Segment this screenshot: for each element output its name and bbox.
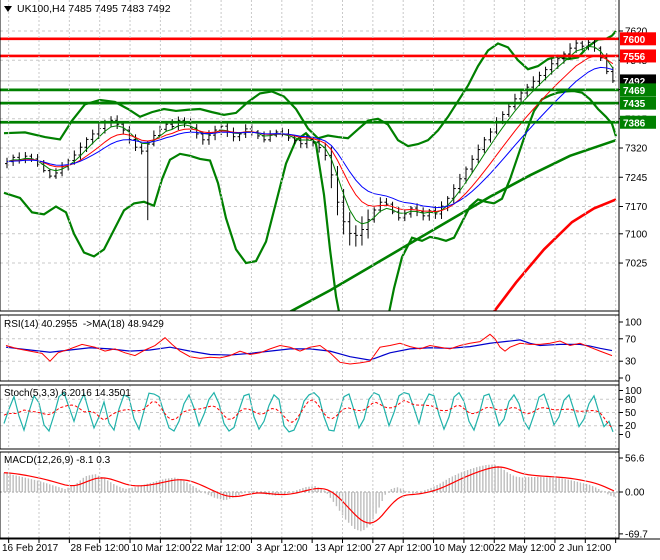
chart-canvas: 7620754574707395732072457170710070251007… — [0, 0, 660, 543]
time-axis-label: 28 Feb 12:00 — [70, 543, 130, 554]
axis-tick-label: 50 — [625, 408, 637, 419]
axis-tick-label: 0 — [625, 374, 631, 385]
price-panel — [0, 30, 619, 311]
price-badge-label: 7600 — [623, 35, 646, 46]
time-axis-label: 22 May 12:00 — [494, 543, 556, 554]
axis-tick-label: 7245 — [625, 173, 648, 184]
chart-title: UK100,H4 7485 7495 7483 7492 — [17, 3, 171, 15]
axis-tick-label: 56.6 — [625, 454, 645, 465]
stoch-indicator-label: Stoch(5,3,3) 6.2016 14.3501 — [4, 388, 131, 399]
time-axis-label: 27 Apr 12:00 — [374, 543, 432, 554]
time-axis-label: 3 Apr 12:00 — [256, 543, 308, 554]
axis-tick-label: 7100 — [625, 229, 648, 240]
rsi-indicator-label: RSI(14) 40.2955 ->MA(18) 48.9429 — [4, 319, 164, 330]
axis-tick-label: 0 — [625, 430, 631, 441]
price-badge-label: 7469 — [623, 86, 646, 97]
chart-title-bar: UK100,H4 7485 7495 7483 7492 — [4, 3, 171, 15]
axis-tick-label: 70 — [625, 334, 637, 345]
time-axis-label: 10 May 12:00 — [433, 543, 495, 554]
rsi-panel — [0, 333, 619, 365]
time-axis-label: 13 Apr 12:00 — [314, 543, 372, 554]
price-badge-label: 7556 — [623, 52, 646, 63]
time-axis: 16 Feb 2017 28 Feb 12:00 10 Mar 12:00 22 Ma… — [0, 539, 660, 560]
axis-tick-label: 7320 — [625, 144, 648, 155]
stoch-d-line — [3, 399, 613, 428]
axis-tick-label: 80 — [625, 395, 637, 406]
axis-tick-label: 7025 — [625, 259, 648, 270]
price-badge-label: 7386 — [623, 118, 646, 129]
axis-tick-label: 0.00 — [625, 488, 645, 499]
macd-indicator-label: MACD(12,26,9) -8.1 0.3 — [4, 455, 111, 466]
price-badge-label: 7435 — [623, 99, 646, 110]
macd-panel — [0, 464, 619, 532]
axis-tick-label: 7170 — [625, 202, 648, 213]
time-axis-label: 16 Feb 2017 — [2, 543, 59, 554]
time-axis-label: 2 Jun 12:00 — [558, 543, 612, 554]
time-axis-label: 22 Mar 12:00 — [191, 543, 251, 554]
symbol-dropdown-icon[interactable] — [4, 6, 12, 12]
trend-ma-red — [492, 198, 617, 311]
axis-tick-label: 100 — [625, 318, 642, 329]
ma-line-ma_fast_green — [6, 45, 614, 225]
chart-window: 7620754574707395732072457170710070251007… — [0, 0, 660, 560]
axis-tick-label: 30 — [625, 357, 637, 368]
time-axis-label: 10 Mar 12:00 — [131, 543, 191, 554]
